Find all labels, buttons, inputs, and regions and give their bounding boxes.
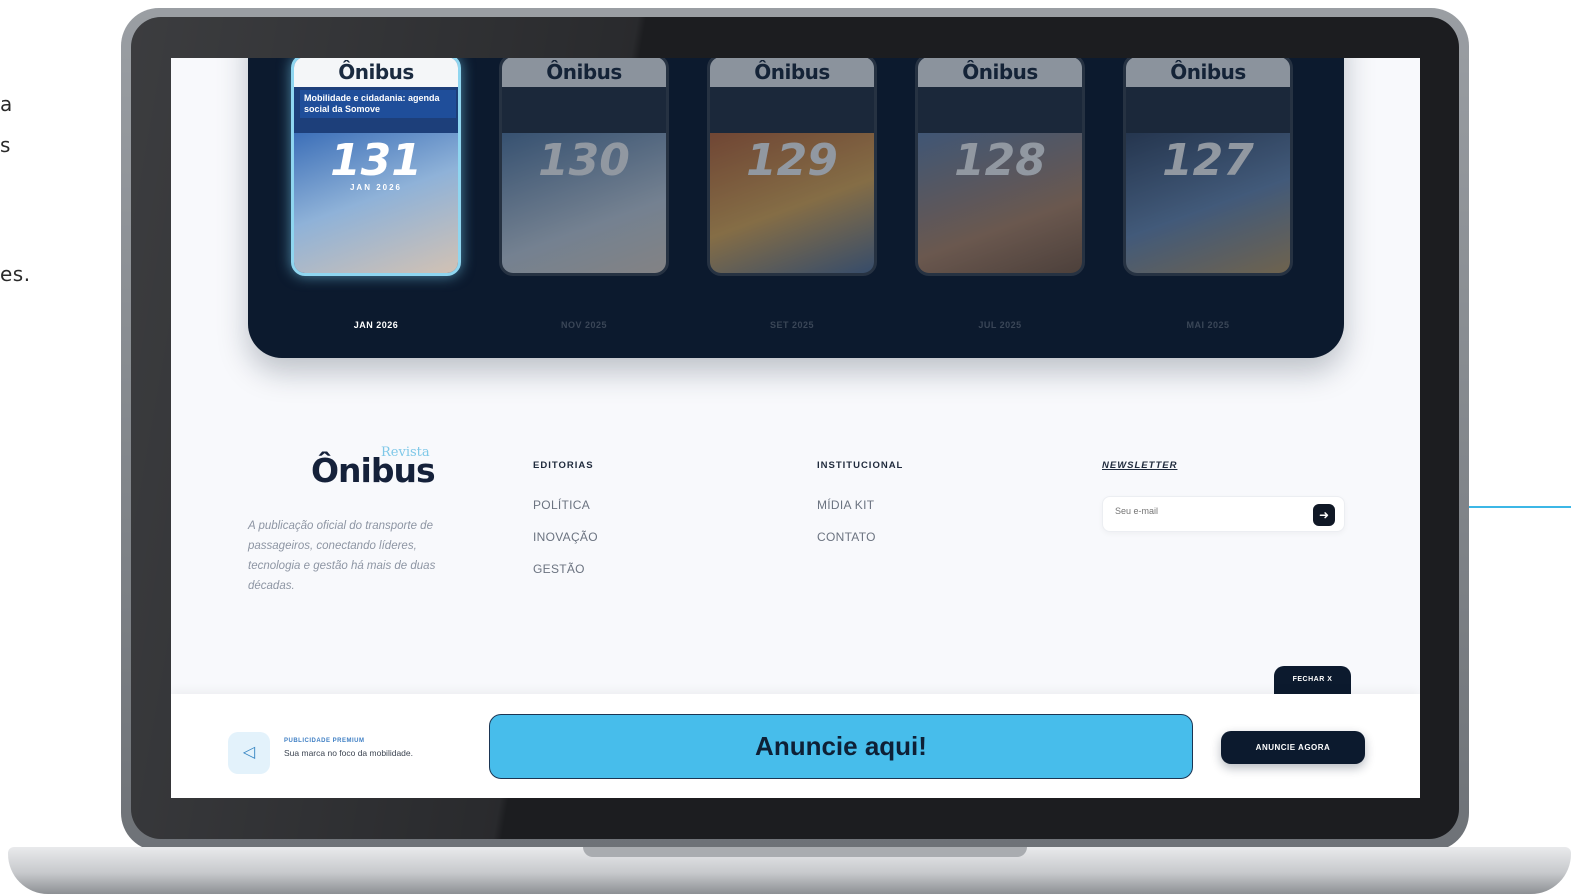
cover-masthead: Ônibus xyxy=(1126,58,1290,87)
link-inovacao[interactable]: INOVAÇÃO xyxy=(533,530,598,544)
magazine-cover-128[interactable]: Ônibus 128 xyxy=(915,58,1085,276)
ad-tag: PUBLICIDADE PREMIUM xyxy=(284,738,365,744)
side-text-line-2: s xyxy=(0,133,11,157)
screen: Ônibus Mobilidade e cidadania: agenda so… xyxy=(171,58,1420,798)
magazine-date-label: MAI 2025 xyxy=(1186,320,1230,330)
link-politica[interactable]: POLÍTICA xyxy=(533,498,590,512)
cover-masthead: Ônibus xyxy=(502,58,666,87)
ad-bar: ◁ PUBLICIDADE PREMIUM Sua marca no foco … xyxy=(171,694,1420,798)
cover-number: 130 xyxy=(538,135,630,186)
accent-line xyxy=(1468,506,1571,508)
magazine-cover-129[interactable]: Ônibus 129 xyxy=(707,58,877,276)
laptop-notch xyxy=(583,847,1027,857)
cover-brand: Ônibus xyxy=(1170,60,1246,84)
cover-brand: Ônibus xyxy=(338,60,414,84)
cover-number: 131 xyxy=(330,135,422,186)
magazine-date-label: JAN 2026 xyxy=(353,320,399,330)
side-text-line-1: a xyxy=(0,92,13,116)
footer-logo-sub: Revista xyxy=(381,445,430,460)
magazine-cover-130[interactable]: Ônibus 130 xyxy=(499,58,669,276)
cover-number: 127 xyxy=(1162,135,1254,186)
newsletter-heading: NEWSLETTER xyxy=(1102,460,1178,471)
magazine-date-label: JUL 2025 xyxy=(978,320,1022,330)
magazine-carousel: Ônibus Mobilidade e cidadania: agenda so… xyxy=(248,58,1344,358)
cover-brand: Ônibus xyxy=(546,60,622,84)
cover-number: 128 xyxy=(954,135,1046,186)
cover-brand: Ônibus xyxy=(754,60,830,84)
cover-date: JAN 2026 xyxy=(349,183,403,192)
ad-subtitle: Sua marca no foco da mobilidade. xyxy=(284,748,413,758)
link-midia-kit[interactable]: MÍDIA KIT xyxy=(817,498,874,512)
cover-brand: Ônibus xyxy=(962,60,1038,84)
arrow-right-icon[interactable]: ➜ xyxy=(1313,504,1335,526)
cover-masthead: Ônibus xyxy=(918,58,1082,87)
magazine-date-label: SET 2025 xyxy=(769,320,815,330)
cover-masthead: Ônibus xyxy=(294,58,458,87)
cover-number: 129 xyxy=(746,135,838,186)
link-contato[interactable]: CONTATO xyxy=(817,530,876,544)
footer-description: A publicação oficial do transporte de pa… xyxy=(248,520,436,592)
megaphone-icon: ◁ xyxy=(228,732,270,774)
ad-banner[interactable]: Anuncie aqui! xyxy=(489,714,1193,779)
editorias-heading: EDITORIAS xyxy=(533,460,594,471)
magazine-cover-131[interactable]: Ônibus Mobilidade e cidadania: agenda so… xyxy=(291,58,461,276)
newsletter-form: ➜ xyxy=(1102,496,1345,532)
magazine-cover-127[interactable]: Ônibus 127 xyxy=(1123,58,1293,276)
cover-headline: Mobilidade e cidadania: agenda social da… xyxy=(300,90,456,118)
link-gestao[interactable]: GESTÃO xyxy=(533,562,585,576)
anuncie-agora-button[interactable]: ANUNCIE AGORA xyxy=(1221,731,1365,764)
institucional-heading: INSTITUCIONAL xyxy=(817,460,904,471)
close-ad-button[interactable]: FECHAR X xyxy=(1274,666,1351,694)
cover-masthead: Ônibus xyxy=(710,58,874,87)
laptop-base xyxy=(8,847,1571,894)
footer-logo[interactable]: Ônibus Revista xyxy=(311,445,436,490)
newsletter-email-input[interactable] xyxy=(1115,506,1305,516)
magazine-date-label: NOV 2025 xyxy=(560,320,608,330)
side-text-line-3: es. xyxy=(0,262,31,286)
